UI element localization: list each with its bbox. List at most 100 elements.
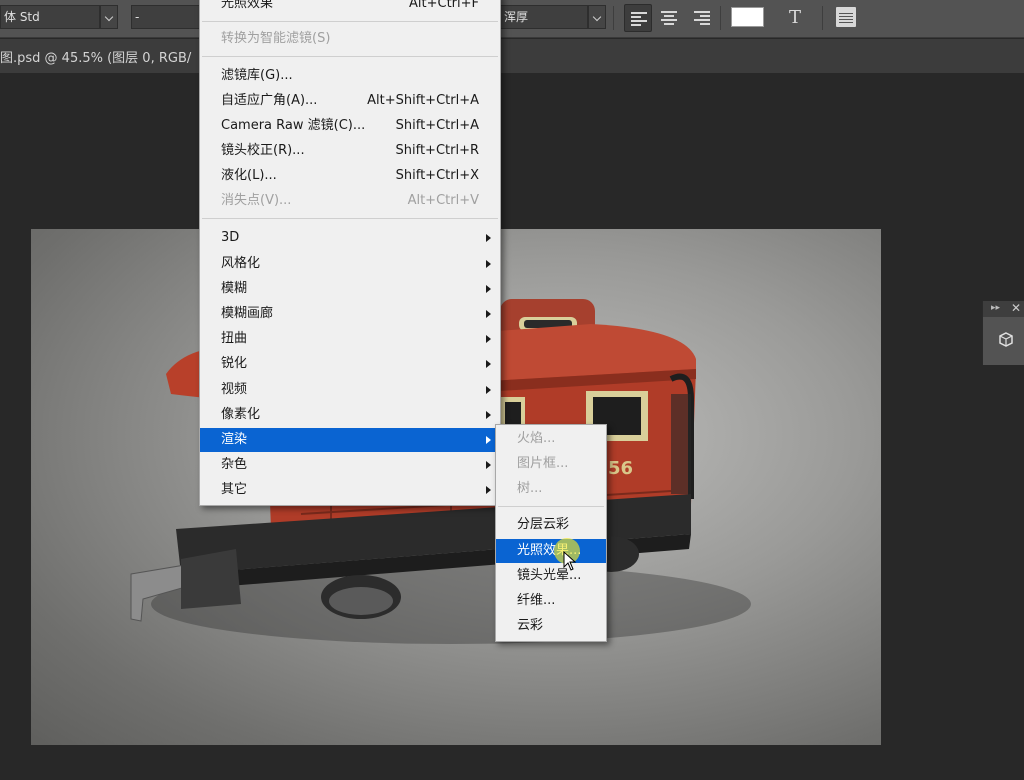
align-right-icon	[694, 11, 710, 25]
align-left-button[interactable]	[624, 4, 652, 32]
font-family-dropdown-arrow[interactable]	[100, 5, 118, 29]
menu-item-label: 自适应广角(A)...	[221, 93, 318, 108]
menu-item-clouds[interactable]: 云彩	[496, 614, 606, 638]
menu-item-label: 扭曲	[221, 331, 248, 346]
menu-item-label: 渲染	[221, 432, 248, 447]
menu-separator	[202, 56, 498, 57]
menu-item-label: 锐化	[221, 356, 248, 371]
menu-separator	[202, 218, 498, 219]
options-bar: 体 Std - 浑厚 T	[0, 0, 1024, 38]
antialias-dropdown-arrow[interactable]	[588, 5, 606, 29]
submenu-arrow-icon	[486, 260, 491, 268]
menu-item-label: 火焰...	[517, 431, 556, 446]
3d-panel-icon[interactable]	[997, 331, 1015, 349]
submenu-arrow-icon	[486, 360, 491, 368]
submenu-render[interactable]: 渲染	[200, 428, 500, 452]
menu-item-label: 分层云彩	[517, 517, 570, 532]
submenu-video[interactable]: 视频	[200, 378, 500, 402]
text-color-swatch[interactable]	[731, 7, 764, 27]
menu-item-label: 模糊	[221, 281, 248, 296]
antialias-value: 浑厚	[504, 10, 529, 24]
menu-item-label: 图片框...	[517, 456, 569, 471]
submenu-blur-gallery[interactable]: 模糊画廊	[200, 302, 500, 326]
menu-item-label: 3D	[221, 230, 240, 245]
menu-item-shortcut: Shift+Ctrl+A	[395, 118, 479, 133]
menu-item-label: 消失点(V)...	[221, 193, 292, 208]
submenu-arrow-icon	[486, 335, 491, 343]
mouse-cursor-icon	[563, 551, 577, 571]
submenu-3d[interactable]: 3D	[200, 226, 500, 250]
filter-menu: 光照效果 Alt+Ctrl+F 转换为智能滤镜(S) 滤镜库(G)... 自适应…	[199, 0, 501, 506]
submenu-arrow-icon	[486, 386, 491, 394]
menu-item-label: 镜头校正(R)...	[221, 143, 305, 158]
align-right-button[interactable]	[688, 4, 716, 32]
antialias-select[interactable]: 浑厚	[500, 5, 588, 29]
warp-text-icon[interactable]: T	[783, 6, 807, 30]
menu-item-lens-correction[interactable]: 镜头校正(R)... Shift+Ctrl+R	[200, 139, 500, 163]
menu-item-shortcut: Shift+Ctrl+X	[395, 168, 479, 183]
submenu-arrow-icon	[486, 310, 491, 318]
menu-item-camera-raw[interactable]: Camera Raw 滤镜(C)... Shift+Ctrl+A	[200, 114, 500, 138]
menu-item-label: 风格化	[221, 256, 261, 271]
submenu-noise[interactable]: 杂色	[200, 453, 500, 477]
font-style-select[interactable]: -	[131, 5, 201, 29]
submenu-stylize[interactable]: 风格化	[200, 252, 500, 276]
submenu-sharpen[interactable]: 锐化	[200, 352, 500, 376]
menu-item-lighting-effects[interactable]: 光照效果...	[496, 539, 606, 563]
menu-separator	[498, 506, 604, 507]
render-submenu: 火焰... 图片框... 树... 分层云彩 光照效果... 镜头光晕... 纤…	[495, 424, 607, 642]
close-icon[interactable]: ✕	[1011, 301, 1021, 315]
submenu-blur[interactable]: 模糊	[200, 277, 500, 301]
submenu-distort[interactable]: 扭曲	[200, 327, 500, 351]
character-panel-icon[interactable]	[836, 7, 856, 27]
document-tab-title[interactable]: 图.psd @ 45.5% (图层 0, RGB/	[0, 47, 191, 66]
menu-item-shortcut: Shift+Ctrl+R	[395, 143, 480, 158]
separator	[613, 6, 614, 30]
menu-item-label: 云彩	[517, 618, 544, 633]
menu-item-convert-smart-filter[interactable]: 转换为智能滤镜(S)	[200, 27, 500, 51]
font-family-value: 体 Std	[4, 10, 40, 24]
menu-item-label: 纤维...	[517, 593, 556, 608]
align-center-icon	[661, 11, 677, 25]
submenu-other[interactable]: 其它	[200, 478, 500, 502]
menu-item-shortcut: Alt+Ctrl+F	[409, 0, 479, 11]
font-style-value: -	[135, 10, 140, 24]
menu-item-fibers[interactable]: 纤维...	[496, 589, 606, 613]
menu-item-label: Camera Raw 滤镜(C)...	[221, 118, 366, 133]
separator	[720, 6, 721, 30]
collapse-icon[interactable]: ▸▸	[991, 303, 1000, 313]
menu-item-flame[interactable]: 火焰...	[496, 427, 606, 451]
menu-item-label: 液化(L)...	[221, 168, 277, 183]
menu-item-lens-flare[interactable]: 镜头光晕...	[496, 564, 606, 588]
align-center-button[interactable]	[655, 4, 683, 32]
menu-item-vanishing-point[interactable]: 消失点(V)... Alt+Ctrl+V	[200, 189, 500, 213]
menu-item-liquify[interactable]: 液化(L)... Shift+Ctrl+X	[200, 164, 500, 188]
menu-item-shortcut: Alt+Shift+Ctrl+A	[367, 93, 479, 108]
menu-item-shortcut: Alt+Ctrl+V	[407, 193, 479, 208]
menu-item-difference-clouds[interactable]: 分层云彩	[496, 513, 606, 537]
menu-item-label: 转换为智能滤镜(S)	[221, 31, 331, 46]
font-family-select[interactable]: 体 Std	[0, 5, 100, 29]
submenu-arrow-icon	[486, 436, 491, 444]
menu-item-label: 像素化	[221, 407, 261, 422]
submenu-pixelate[interactable]: 像素化	[200, 403, 500, 427]
menu-item-lighting-effects-last[interactable]: 光照效果 Alt+Ctrl+F	[200, 0, 500, 16]
submenu-arrow-icon	[486, 234, 491, 242]
menu-item-picture-frame[interactable]: 图片框...	[496, 452, 606, 476]
menu-item-adaptive-wide-angle[interactable]: 自适应广角(A)... Alt+Shift+Ctrl+A	[200, 89, 500, 113]
menu-separator	[202, 21, 498, 22]
menu-item-tree[interactable]: 树...	[496, 477, 606, 501]
separator	[822, 6, 823, 30]
align-left-icon	[631, 12, 647, 26]
panel-dock-header[interactable]: ▸▸ ✕	[983, 301, 1024, 317]
menu-item-label: 其它	[221, 482, 248, 497]
menu-item-filter-gallery[interactable]: 滤镜库(G)...	[200, 64, 500, 88]
submenu-arrow-icon	[486, 285, 491, 293]
svg-text:56: 56	[608, 458, 633, 479]
submenu-arrow-icon	[486, 411, 491, 419]
collapsed-panel-dock: ▸▸ ✕	[982, 301, 1024, 365]
menu-item-label: 滤镜库(G)...	[221, 68, 293, 83]
menu-item-label: 视频	[221, 382, 248, 397]
submenu-arrow-icon	[486, 486, 491, 494]
document-tab-bar: 图.psd @ 45.5% (图层 0, RGB/	[0, 39, 1024, 73]
